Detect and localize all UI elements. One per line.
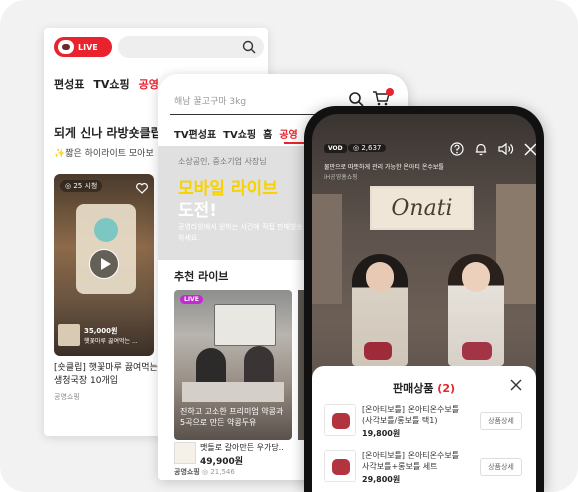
phone-frame: Onati VOD ◎ 2,637 물만으로 따뜻하게 관리 가능한 온아티 온… xyxy=(304,106,544,492)
product-table xyxy=(182,382,284,402)
heart-icon[interactable] xyxy=(136,179,148,198)
banner-headline-2: 도전! xyxy=(178,201,218,221)
view-count: ◎ 25 시청 xyxy=(60,180,103,192)
play-icon[interactable] xyxy=(89,249,119,279)
item-meta: 공영쇼핑 ◎ 21,546 xyxy=(174,468,235,476)
live-video-card[interactable]: LIVE 진하고 고소한 프리미엄 약콩과 5곡으로 만든 약콩두유 xyxy=(174,290,292,440)
item-thumbnail[interactable] xyxy=(174,442,196,464)
product-detail-button[interactable]: 상품상세 xyxy=(480,412,522,430)
brand-logo-icon xyxy=(58,40,74,54)
tab-schedule[interactable]: 편성표 xyxy=(54,78,84,91)
product-row[interactable]: [온아티보틀] 온아티온수보틀 (사각보틀/롱보틀 택1) 19,800원 상품… xyxy=(324,404,524,446)
tab-tv-schedule[interactable]: TV편성표 xyxy=(174,130,216,141)
panel-title: 판매상품 (2) xyxy=(392,382,456,395)
close-icon[interactable] xyxy=(510,376,522,395)
live-label: LIVE xyxy=(78,42,98,52)
host-face xyxy=(366,262,394,292)
overlay-desc: 햇꽃마루 끓여먹는 ... xyxy=(84,338,138,345)
bell-icon[interactable] xyxy=(474,141,488,160)
product-thumbnail xyxy=(324,404,356,436)
banner-kicker: 소상공인, 중소기업 사장님 xyxy=(178,157,267,166)
stream-title: 물만으로 따뜻하게 관리 가능한 온아티 온수보틀 xyxy=(324,164,444,171)
tab-public[interactable]: 공영 xyxy=(139,78,159,91)
product-title[interactable]: [숏클립] 햇꽃마루 끓여먹는 생청국장 10개입 xyxy=(54,362,158,388)
search-field[interactable]: 해남 꿀고구마 3kg xyxy=(174,94,246,107)
item-price: 49,900원 xyxy=(200,457,244,467)
close-icon[interactable] xyxy=(524,141,536,160)
search-input[interactable] xyxy=(118,36,264,58)
product-bottle xyxy=(364,342,392,360)
help-icon[interactable] xyxy=(450,141,464,160)
item-seller: 공영쇼핑 xyxy=(174,468,200,476)
tab-public[interactable]: 공영 xyxy=(279,130,297,141)
recommended-live-title: 추천 라이브 xyxy=(174,270,229,283)
overlay-price: 35,000원 xyxy=(84,327,118,335)
host-face xyxy=(462,262,490,292)
live-badge: LIVE xyxy=(180,295,203,304)
product-row[interactable]: [온아티보틀] 온아티온수보틀 사각보틀+롱보틀 세트 29,800원 상품상세 xyxy=(324,450,524,492)
background-shelf xyxy=(312,194,342,304)
volume-icon[interactable] xyxy=(498,141,514,160)
product-count: (2) xyxy=(437,382,456,395)
product-name: [온아티보틀] 온아티온수보틀 (사각보틀/롱보틀 택1) xyxy=(362,405,460,425)
tab-home[interactable]: 홈 xyxy=(263,130,272,141)
live-stream-screen[interactable]: Onati VOD ◎ 2,637 물만으로 따뜻하게 관리 가능한 온아티 온… xyxy=(312,114,536,492)
category-tabs: 편성표 TV쇼핑 공영 xyxy=(54,76,168,92)
product-seller: 공영쇼핑 xyxy=(54,393,80,401)
video-caption: 진하고 고소한 프리미엄 약콩과 5곡으로 만든 약콩두유 xyxy=(180,407,284,427)
live-button[interactable]: LIVE xyxy=(54,37,112,57)
header: LIVE xyxy=(44,28,268,66)
viewer-count: ◎ 2,637 xyxy=(348,144,387,152)
product-name: [온아티보틀] 온아티온수보틀 사각보틀+롱보틀 세트 xyxy=(362,451,460,471)
section-subtitle: ✨짧은 하이라이트 모아보 xyxy=(54,149,154,159)
cart-badge xyxy=(386,88,394,96)
products-panel: 판매상품 (2) [온아티보틀] 온아티온수보틀 (사각보틀/롱보틀 택1) 1… xyxy=(312,366,536,492)
tab-tv-shopping[interactable]: TV쇼핑 xyxy=(223,130,256,141)
product-price: 29,800원 xyxy=(362,475,401,484)
stream-seller: iH공영홈쇼핑 xyxy=(324,174,358,181)
product-price: 19,800원 xyxy=(362,429,401,438)
search-icon[interactable] xyxy=(242,40,256,54)
item-title[interactable]: 맷돌로 갈아만든 우가당.. xyxy=(200,442,284,453)
category-tabs: TV편성표 TV쇼핑 홈 공영 xyxy=(174,126,305,141)
banner-description: 공영라방에서 원하는 시간에 직접 판매방송하세요. xyxy=(178,223,303,242)
vod-badge: VOD xyxy=(324,144,347,153)
section-title: 되게 신나 라방숏클립 xyxy=(54,126,162,140)
item-views: 21,546 xyxy=(210,468,235,476)
product-thumbnail xyxy=(58,324,80,346)
product-detail-button[interactable]: 상품상세 xyxy=(480,458,522,476)
brand-sign: Onati xyxy=(370,186,474,230)
shortclip-card[interactable]: ◎ 25 시청 35,000원 햇꽃마루 끓여먹는 ... xyxy=(54,174,154,356)
product-bottle xyxy=(462,342,492,360)
promo-background: LIVE 편성표 TV쇼핑 공영 되게 신나 라방숏클립 ✨짧은 하이라이트 모아보… xyxy=(0,0,578,492)
store-sign xyxy=(214,304,276,346)
stream-controls xyxy=(450,140,536,160)
product-thumbnail xyxy=(324,450,356,482)
tab-tv-shopping[interactable]: TV쇼핑 xyxy=(93,78,129,91)
